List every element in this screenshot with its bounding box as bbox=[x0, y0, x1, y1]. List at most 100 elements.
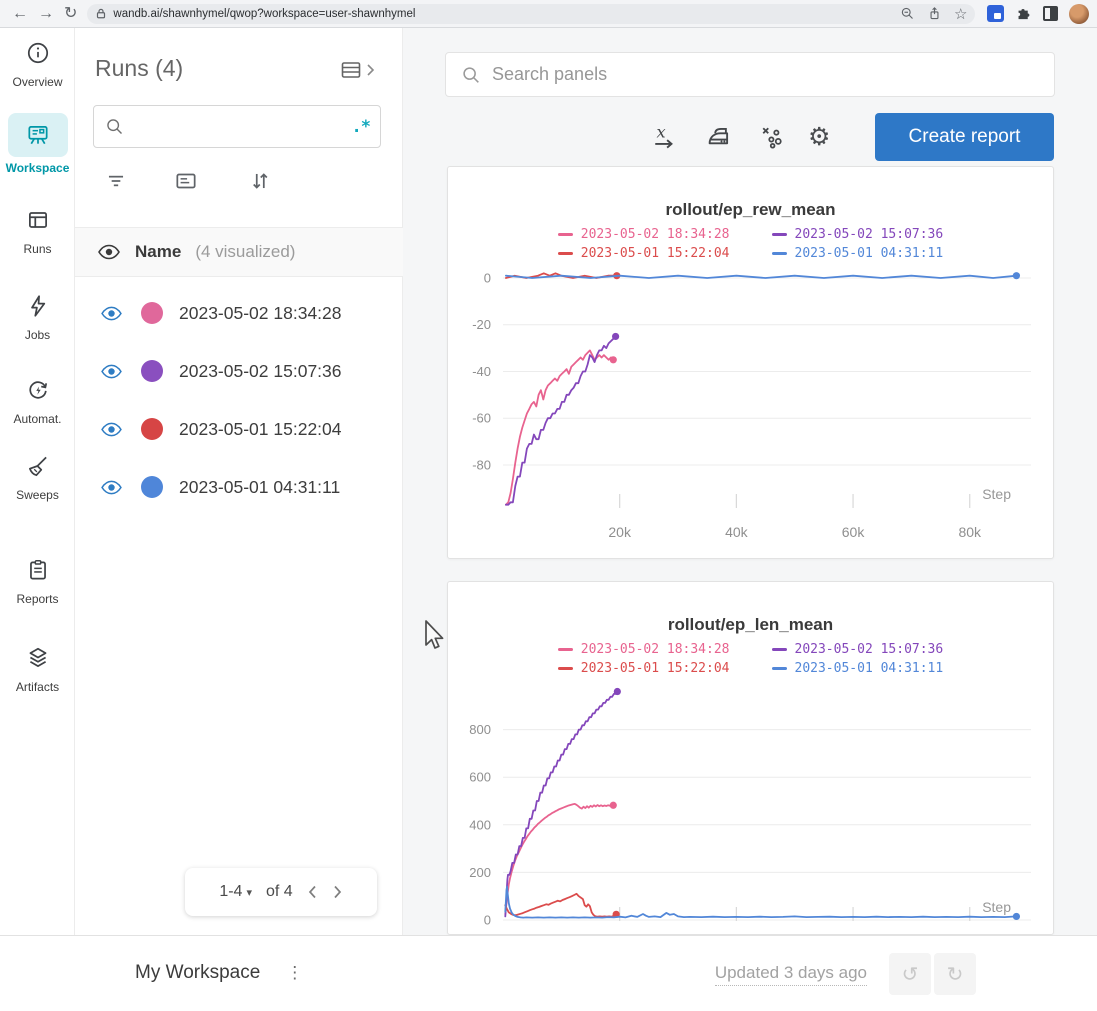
sidebar-item-artifacts[interactable]: Artifacts bbox=[0, 645, 75, 694]
sort-icon[interactable] bbox=[247, 168, 273, 194]
info-icon bbox=[25, 40, 51, 66]
smoothing-iron-icon[interactable] bbox=[704, 113, 734, 161]
visibility-eye-icon[interactable] bbox=[100, 421, 123, 438]
legend-label: 2023-05-02 15:07:36 bbox=[795, 227, 944, 242]
search-icon bbox=[104, 116, 125, 137]
legend-swatch bbox=[772, 233, 787, 237]
workspace-menu-icon[interactable]: ⋮ bbox=[286, 963, 304, 983]
extension-icon[interactable] bbox=[987, 5, 1004, 22]
sidebar-item-overview[interactable]: Overview bbox=[0, 40, 75, 89]
last-updated-label: Updated 3 days ago bbox=[715, 963, 867, 986]
expand-runs-table-button[interactable] bbox=[339, 58, 375, 82]
chevron-right-icon bbox=[365, 63, 375, 77]
lock-icon bbox=[95, 7, 107, 20]
browser-profile-avatar[interactable] bbox=[1069, 4, 1089, 24]
sidebar-item-label: Runs bbox=[0, 242, 75, 256]
address-bar[interactable]: wandb.ai/shawnhymel/qwop?workspace=user-… bbox=[87, 4, 975, 24]
name-column-header: Name bbox=[135, 242, 181, 262]
runs-panel: Runs (4) .* bbox=[75, 28, 403, 935]
run-row[interactable]: 2023-05-01 04:31:11 bbox=[75, 458, 403, 516]
chart-panel-ep-len-mean[interactable]: 800600400200020k40k60k80kStep rollout/ep… bbox=[447, 581, 1054, 935]
legend-item[interactable]: 2023-05-02 15:07:36 bbox=[772, 227, 944, 242]
svg-text:-40: -40 bbox=[472, 364, 491, 379]
legend-label: 2023-05-02 18:34:28 bbox=[581, 642, 730, 657]
layers-icon bbox=[25, 645, 51, 671]
zoom-icon[interactable] bbox=[900, 6, 915, 21]
page-range-dropdown[interactable]: 1-4 ▾ bbox=[219, 883, 252, 901]
workspace-footer: My Workspace ⋮ Updated 3 days ago ↺ ↻ bbox=[0, 935, 1097, 1011]
browser-forward-icon[interactable]: → bbox=[38, 6, 54, 22]
visibility-eye-icon[interactable] bbox=[97, 243, 121, 261]
legend-item[interactable]: 2023-05-02 18:34:28 bbox=[558, 642, 730, 657]
sidebar-item-jobs[interactable]: Jobs bbox=[0, 293, 75, 342]
legend-swatch bbox=[772, 648, 787, 652]
legend-swatch bbox=[772, 667, 787, 671]
regex-toggle-icon[interactable]: .* bbox=[352, 117, 370, 137]
svg-text:600: 600 bbox=[469, 770, 491, 785]
workspace-title: My Workspace bbox=[135, 962, 260, 984]
legend-item[interactable]: 2023-05-01 15:22:04 bbox=[558, 246, 730, 261]
next-page-icon[interactable] bbox=[332, 884, 343, 900]
panel-search-box[interactable] bbox=[445, 52, 1055, 97]
redo-button[interactable]: ↻ bbox=[934, 953, 976, 995]
outliers-icon[interactable] bbox=[757, 113, 787, 161]
runs-search-box[interactable]: .* bbox=[93, 105, 381, 148]
visibility-eye-icon[interactable] bbox=[100, 479, 123, 496]
run-color-dot bbox=[141, 476, 163, 498]
legend-swatch bbox=[558, 252, 573, 256]
run-row[interactable]: 2023-05-01 15:22:04 bbox=[75, 400, 403, 458]
sidebar-item-runs[interactable]: Runs bbox=[0, 207, 75, 256]
runs-search-input[interactable] bbox=[133, 118, 344, 135]
legend-swatch bbox=[772, 252, 787, 256]
legend-item[interactable]: 2023-05-01 04:31:11 bbox=[772, 246, 944, 261]
svg-text:200: 200 bbox=[469, 865, 491, 880]
share-icon[interactable] bbox=[927, 6, 942, 21]
group-list-icon[interactable] bbox=[173, 168, 199, 194]
x-axis-settings-icon[interactable]: x bbox=[649, 113, 679, 161]
visualized-count: (4 visualized) bbox=[195, 242, 295, 262]
visibility-eye-icon[interactable] bbox=[100, 363, 123, 380]
sidebar-item-label: Overview bbox=[0, 75, 75, 89]
legend-item[interactable]: 2023-05-02 18:34:28 bbox=[558, 227, 730, 242]
sidebar-item-sweeps[interactable]: Sweeps bbox=[0, 453, 75, 502]
legend-item[interactable]: 2023-05-02 15:07:36 bbox=[772, 642, 944, 657]
run-row[interactable]: 2023-05-02 15:07:36 bbox=[75, 342, 403, 400]
browser-back-icon[interactable]: ← bbox=[12, 6, 28, 22]
legend-swatch bbox=[558, 233, 573, 237]
runs-table-icon bbox=[25, 207, 51, 233]
legend-label: 2023-05-02 15:07:36 bbox=[795, 642, 944, 657]
dark-mode-extension-icon[interactable] bbox=[1043, 6, 1058, 21]
prev-page-icon[interactable] bbox=[307, 884, 318, 900]
caret-down-icon: ▾ bbox=[246, 886, 252, 899]
runs-table-header: Name (4 visualized) bbox=[75, 227, 403, 277]
run-color-dot bbox=[141, 360, 163, 382]
run-row[interactable]: 2023-05-02 18:34:28 bbox=[75, 284, 403, 342]
chart-legend: 2023-05-02 18:34:28 2023-05-02 15:07:36 20… bbox=[558, 642, 943, 676]
legend-item[interactable]: 2023-05-01 15:22:04 bbox=[558, 661, 730, 676]
legend-label: 2023-05-01 15:22:04 bbox=[581, 661, 730, 676]
legend-item[interactable]: 2023-05-01 04:31:11 bbox=[772, 661, 944, 676]
sidebar-item-label: Jobs bbox=[0, 328, 75, 342]
create-report-button[interactable]: Create report bbox=[875, 113, 1054, 161]
svg-text:0: 0 bbox=[484, 271, 491, 286]
panel-search-input[interactable] bbox=[492, 64, 1040, 85]
sidebar-item-automat[interactable]: Automat. bbox=[0, 377, 75, 426]
visibility-eye-icon[interactable] bbox=[100, 305, 123, 322]
legend-label: 2023-05-01 04:31:11 bbox=[795, 661, 944, 676]
chart-legend: 2023-05-02 18:34:28 2023-05-02 15:07:36 20… bbox=[558, 227, 943, 261]
extensions-puzzle-icon[interactable] bbox=[1015, 5, 1032, 22]
browser-menu-icon[interactable]: ⋮ bbox=[1089, 5, 1097, 22]
sidebar-item-label: Reports bbox=[0, 592, 75, 606]
filter-icon[interactable] bbox=[103, 168, 129, 194]
undo-button[interactable]: ↺ bbox=[889, 953, 931, 995]
browser-reload-icon[interactable]: ↻ bbox=[64, 6, 77, 22]
bookmark-star-icon[interactable]: ☆ bbox=[954, 5, 967, 23]
search-icon bbox=[460, 64, 482, 86]
settings-gear-icon[interactable]: ⚙ bbox=[808, 113, 830, 161]
sidebar-item-reports[interactable]: Reports bbox=[0, 557, 75, 606]
sidebar-item-workspace[interactable]: Workspace bbox=[0, 113, 75, 175]
lightning-icon bbox=[25, 293, 51, 319]
svg-text:-80: -80 bbox=[472, 457, 491, 472]
chart-panel-ep-rew-mean[interactable]: 0-20-40-60-8020k40k60k80kStep rollout/ep… bbox=[447, 166, 1054, 559]
table-icon bbox=[339, 58, 363, 82]
